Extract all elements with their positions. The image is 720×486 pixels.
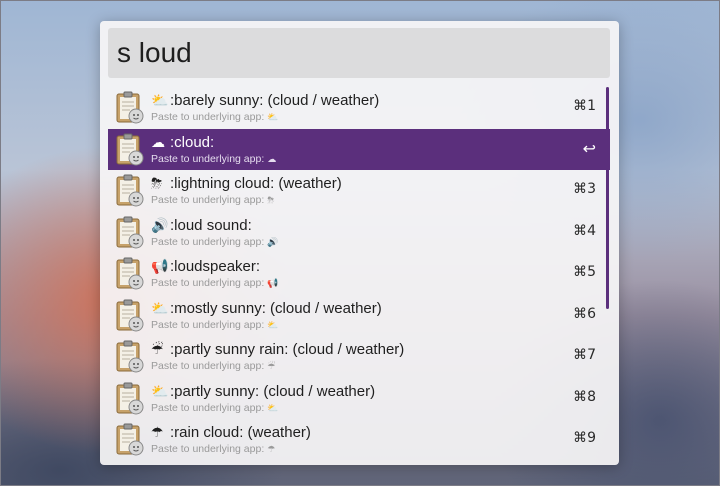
launcher-panel: ⛅:barely sunny: (cloud / weather) Paste …: [100, 21, 619, 465]
result-row-4[interactable]: 🔊:loud sound: Paste to underlying app: 🔊 …: [108, 212, 610, 254]
result-row-1[interactable]: ⛅:barely sunny: (cloud / weather) Paste …: [108, 87, 610, 129]
keyboard-shortcut: ⌘6: [573, 305, 596, 322]
clipboard-icon: [116, 257, 144, 290]
emoji-glyph: ☁: [267, 154, 277, 165]
result-title: ☁:cloud:: [151, 133, 215, 151]
emoji-glyph: ⛅: [267, 113, 279, 123]
keyboard-shortcut: ⌘3: [573, 181, 596, 197]
emoji-glyph: 📢: [267, 279, 279, 289]
clipboard-icon: [116, 299, 144, 331]
emoji-glyph: 🔊: [151, 217, 169, 234]
keyboard-shortcut: ⌘7: [573, 347, 596, 363]
result-row-2[interactable]: ☁:cloud: Paste to underlying app: ☁ ↩: [108, 128, 610, 170]
results-list: ⛅:barely sunny: (cloud / weather) Paste …: [108, 87, 610, 463]
clipboard-icon: [116, 216, 144, 248]
result-subtitle: Paste to underlying app: ⛈: [151, 194, 275, 206]
result-subtitle: Paste to underlying app: 🔊: [151, 235, 279, 248]
emoji-glyph: ☔: [267, 362, 276, 372]
result-title: ⛅:barely sunny: (cloud / weather): [151, 92, 380, 109]
emoji-glyph: ⛅: [267, 403, 279, 414]
clipboard-icon: [116, 340, 144, 373]
keyboard-shortcut: ⌘4: [573, 222, 596, 239]
emoji-glyph: ☂: [267, 445, 276, 455]
search-input[interactable]: [108, 28, 610, 78]
clipboard-icon: [116, 174, 144, 207]
emoji-glyph: 🔊: [267, 237, 279, 248]
result-title: 🔊:loud sound:: [151, 216, 252, 234]
clipboard-icon: [116, 91, 144, 124]
result-row-8[interactable]: ⛅:partly sunny: (cloud / weather) Paste …: [108, 378, 610, 420]
keyboard-shortcut: ⌘1: [573, 98, 596, 114]
clipboard-icon: [116, 423, 144, 456]
emoji-glyph: ⛅: [151, 300, 169, 317]
return-key-icon: ↩: [582, 138, 596, 158]
keyboard-shortcut: ⌘5: [573, 264, 596, 280]
result-title: 📢:loudspeaker:: [151, 258, 261, 275]
emoji-glyph: ☂: [151, 425, 164, 441]
result-subtitle: Paste to underlying app: ☁: [151, 152, 277, 165]
emoji-glyph: 📢: [151, 259, 169, 275]
emoji-glyph: ⛅: [151, 93, 169, 109]
result-row-7[interactable]: ☔:partly sunny rain: (cloud / weather) P…: [108, 336, 610, 378]
clipboard-icon: [116, 382, 144, 414]
result-title: ⛈:lightning cloud: (weather): [151, 175, 342, 192]
emoji-glyph: ⛈: [267, 196, 275, 206]
keyboard-shortcut: ⌘8: [573, 388, 596, 405]
result-title: ☂:rain cloud: (weather): [151, 424, 311, 441]
result-subtitle: Paste to underlying app: ☔: [151, 360, 276, 372]
result-title: ⛅:mostly sunny: (cloud / weather): [151, 299, 382, 317]
result-row-6[interactable]: ⛅:mostly sunny: (cloud / weather) Paste …: [108, 295, 610, 337]
result-subtitle: Paste to underlying app: ☂: [151, 443, 276, 455]
result-subtitle: Paste to underlying app: ⛅: [151, 318, 279, 331]
keyboard-shortcut: ⌘9: [573, 430, 596, 446]
emoji-glyph: ☔: [151, 342, 164, 358]
result-subtitle: Paste to underlying app: ⛅: [151, 401, 279, 414]
emoji-glyph: ⛅: [267, 320, 279, 331]
emoji-glyph: ⛅: [151, 383, 169, 400]
clipboard-icon: [116, 133, 144, 165]
result-subtitle: Paste to underlying app: ⛅: [151, 111, 279, 123]
result-subtitle: Paste to underlying app: 📢: [151, 277, 279, 289]
result-title: ☔:partly sunny rain: (cloud / weather): [151, 341, 405, 358]
emoji-glyph: ⛈: [151, 176, 163, 192]
result-row-9[interactable]: ☂:rain cloud: (weather) Paste to underly…: [108, 419, 610, 461]
result-row-3[interactable]: ⛈:lightning cloud: (weather) Paste to un…: [108, 170, 610, 212]
result-row-5[interactable]: 📢:loudspeaker: Paste to underlying app: 📢…: [108, 253, 610, 295]
emoji-glyph: ☁: [151, 134, 165, 151]
result-title: ⛅:partly sunny: (cloud / weather): [151, 382, 376, 400]
